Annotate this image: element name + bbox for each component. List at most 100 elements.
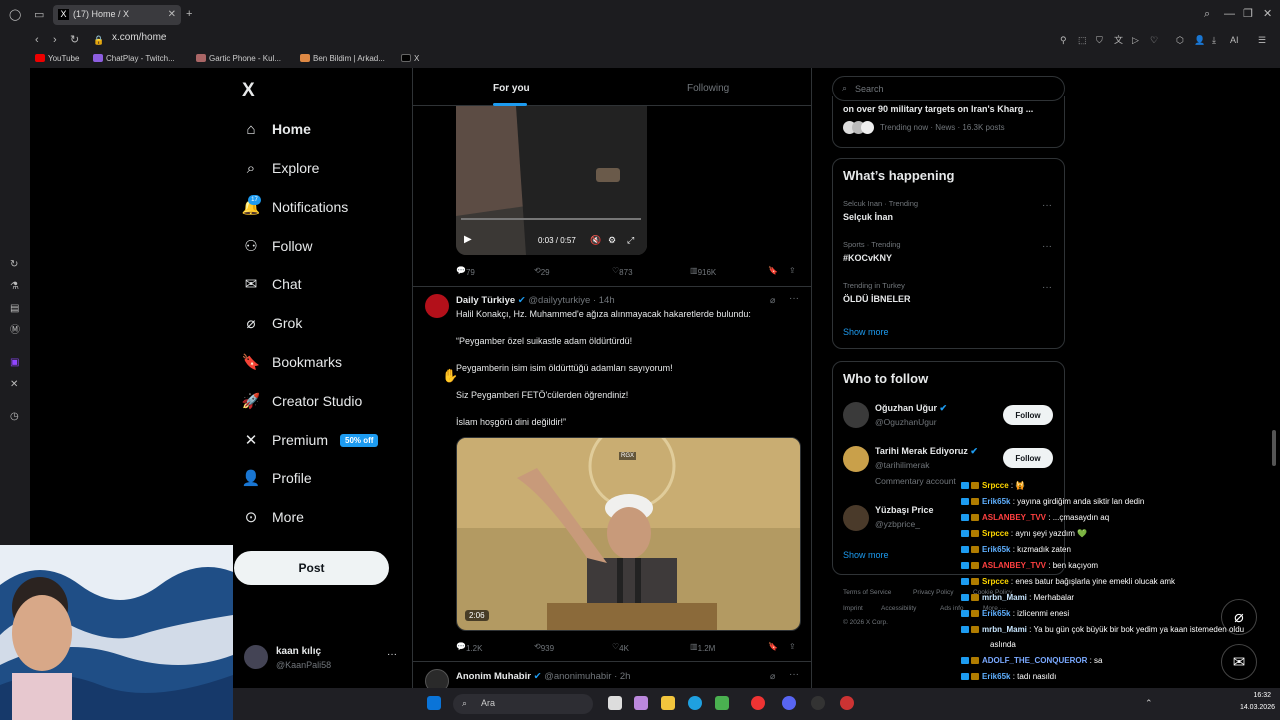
post-button[interactable]: Post <box>234 551 389 585</box>
forward-icon[interactable]: › <box>53 33 57 47</box>
follow-button[interactable]: Follow <box>1003 448 1053 468</box>
pin-icon[interactable]: ⚲ <box>1060 33 1067 47</box>
copilot-icon[interactable] <box>634 696 648 710</box>
tab-following[interactable]: Following <box>687 83 729 94</box>
account-switcher[interactable]: kaan kılıç @KaanPali58 ··· <box>242 643 397 673</box>
reload-icon[interactable]: ↻ <box>70 33 79 47</box>
nav-chat[interactable]: ✉ Chat <box>242 271 302 297</box>
nav-more[interactable]: ⊙ More <box>242 504 304 530</box>
nav-creator-studio[interactable]: 🚀 Creator Studio <box>242 388 363 414</box>
grok-icon[interactable]: ⌀ <box>770 295 775 306</box>
footer-accessibility[interactable]: Accessibility <box>881 605 916 612</box>
heart-icon[interactable]: ♡ <box>1150 33 1158 47</box>
nav-explore[interactable]: ⌕ Explore <box>242 155 320 181</box>
tweet-video-player[interactable]: RGX 2:06 <box>456 437 801 631</box>
twitch-icon[interactable]: ▣ <box>10 356 19 370</box>
new-tab-icon[interactable]: + <box>186 7 192 21</box>
snapshot-icon[interactable]: ⬚ <box>1078 33 1087 47</box>
clock-time[interactable]: 16:32 <box>1233 692 1271 699</box>
tab-home[interactable]: X (17) Home / X ✕ <box>53 5 181 25</box>
tweet-video-player[interactable]: ▶ 0:03 / 0:57 🔇 ⚙ ⤢ <box>456 106 647 255</box>
trending-news-card[interactable]: on over 90 military targets on Iran's Kh… <box>832 96 1065 148</box>
tweet-time[interactable]: · 14h <box>593 295 615 306</box>
x-sidebar-icon[interactable]: ✕ <box>10 378 18 392</box>
follow-suggestion-name[interactable]: Yüzbaşı Price <box>875 505 934 515</box>
footer-imprint[interactable]: Imprint <box>843 605 863 612</box>
maximize-icon[interactable]: ❐ <box>1243 7 1253 21</box>
tweet-more-icon[interactable]: ··· <box>789 669 799 680</box>
play-icon[interactable]: ▷ <box>1132 33 1139 47</box>
opera-taskbar-icon[interactable] <box>751 696 765 710</box>
bookmark-chatplay[interactable]: ChatPlay - Twitch... <box>93 54 175 63</box>
pin-board-icon[interactable]: ▤ <box>10 302 19 316</box>
footer-ads-info[interactable]: Ads info <box>940 605 964 612</box>
discord-icon[interactable] <box>782 696 796 710</box>
show-more-link[interactable]: Show more <box>843 327 889 337</box>
bookmark-x[interactable]: X <box>401 54 419 63</box>
search-tabs-icon[interactable]: ⌕ <box>1204 7 1210 21</box>
avatar[interactable] <box>843 446 869 472</box>
close-tab-icon[interactable]: ✕ <box>168 9 176 20</box>
task-view-icon[interactable] <box>608 696 622 710</box>
footer-privacy[interactable]: Privacy Policy <box>913 589 953 596</box>
flow-icon[interactable]: ⚗ <box>10 280 19 294</box>
opera-logo-icon[interactable]: ◯ <box>9 8 21 22</box>
obs-icon[interactable] <box>811 696 825 710</box>
views-button[interactable]: ▥ 1.2M <box>690 642 715 653</box>
nav-grok[interactable]: ⌀ Grok <box>242 310 302 336</box>
taskbar-search[interactable]: ⌕ Ara <box>453 694 593 714</box>
tweet-author[interactable]: Daily Türkiye <box>456 295 515 306</box>
video-progress-bar[interactable] <box>461 218 641 220</box>
trend-name[interactable]: ÖLDÜ İBNELER <box>843 294 911 304</box>
reply-button[interactable]: 💬 79 <box>456 266 475 277</box>
edge-icon[interactable] <box>688 696 702 710</box>
tab-for-you[interactable]: For you <box>493 83 530 94</box>
trend-more-icon[interactable]: ··· <box>1042 282 1052 293</box>
bookmark-gartic[interactable]: Gartic Phone - Kul... <box>196 54 281 63</box>
repost-button[interactable]: ⟲ 939 <box>534 642 554 653</box>
like-button[interactable]: ♡ 4K <box>612 642 629 653</box>
tweet-time[interactable]: · 2h <box>614 671 630 682</box>
footer-terms[interactable]: Terms of Service <box>843 589 891 596</box>
trend-more-icon[interactable]: ··· <box>1042 241 1052 252</box>
mute-icon[interactable]: 🔇 <box>590 235 601 246</box>
bookmark-benbildim[interactable]: Ben Bildim | Arkad... <box>300 54 385 63</box>
repost-button[interactable]: ⟲ 29 <box>534 266 550 277</box>
page-scrollbar[interactable] <box>1272 430 1276 466</box>
tweet-handle[interactable]: @anonimuhabir <box>544 671 611 682</box>
back-icon[interactable]: ‹ <box>35 33 39 47</box>
x-logo-icon[interactable]: X <box>242 80 255 102</box>
views-button[interactable]: ▥ 916K <box>690 266 716 277</box>
messages-fab-icon[interactable]: ✉ <box>1221 644 1257 680</box>
trend-name[interactable]: #KOCvKNY <box>843 253 892 263</box>
account-more-icon[interactable]: ··· <box>387 649 397 660</box>
shield-icon[interactable]: ⛉ <box>1096 33 1103 47</box>
play-icon[interactable]: ▶ <box>464 234 472 245</box>
extensions-icon[interactable]: ⬡ <box>1176 33 1184 47</box>
tweet-handle[interactable]: @dailyyturkiye <box>528 295 590 306</box>
file-explorer-icon[interactable] <box>661 696 675 710</box>
translate-icon[interactable]: 文 <box>1114 33 1123 47</box>
avatar[interactable] <box>425 669 449 688</box>
store-icon[interactable] <box>715 696 729 710</box>
menu-icon[interactable]: ☰ <box>1258 33 1266 47</box>
bookmark-tweet-icon[interactable]: 🔖 <box>768 642 778 651</box>
tweet-more-icon[interactable]: ··· <box>789 293 799 304</box>
clock-date[interactable]: 14.03.2026 <box>1231 704 1275 711</box>
close-window-icon[interactable]: ✕ <box>1263 7 1272 21</box>
grok-icon[interactable]: ⌀ <box>770 671 775 682</box>
nav-home[interactable]: ⌂ Home <box>242 116 310 142</box>
fullscreen-icon[interactable]: ⤢ <box>627 235 634 246</box>
app-icon[interactable] <box>840 696 854 710</box>
avatar[interactable] <box>843 505 869 531</box>
trend-name[interactable]: Selçuk İnan <box>843 212 893 222</box>
tray-chevron-icon[interactable]: ⌃ <box>1145 698 1153 709</box>
reply-button[interactable]: 💬 1.2K <box>456 642 482 653</box>
like-button[interactable]: ♡ 873 <box>612 266 633 277</box>
tweet-author[interactable]: Anonim Muhabir <box>456 671 531 682</box>
url-field[interactable]: x.com/home <box>112 32 166 43</box>
bookmark-tweet-icon[interactable]: 🔖 <box>768 266 778 275</box>
nav-premium[interactable]: ✕ Premium 50% off <box>242 427 379 453</box>
nav-profile[interactable]: 👤 Profile <box>242 465 312 491</box>
history-icon[interactable]: ↻ <box>10 258 18 272</box>
